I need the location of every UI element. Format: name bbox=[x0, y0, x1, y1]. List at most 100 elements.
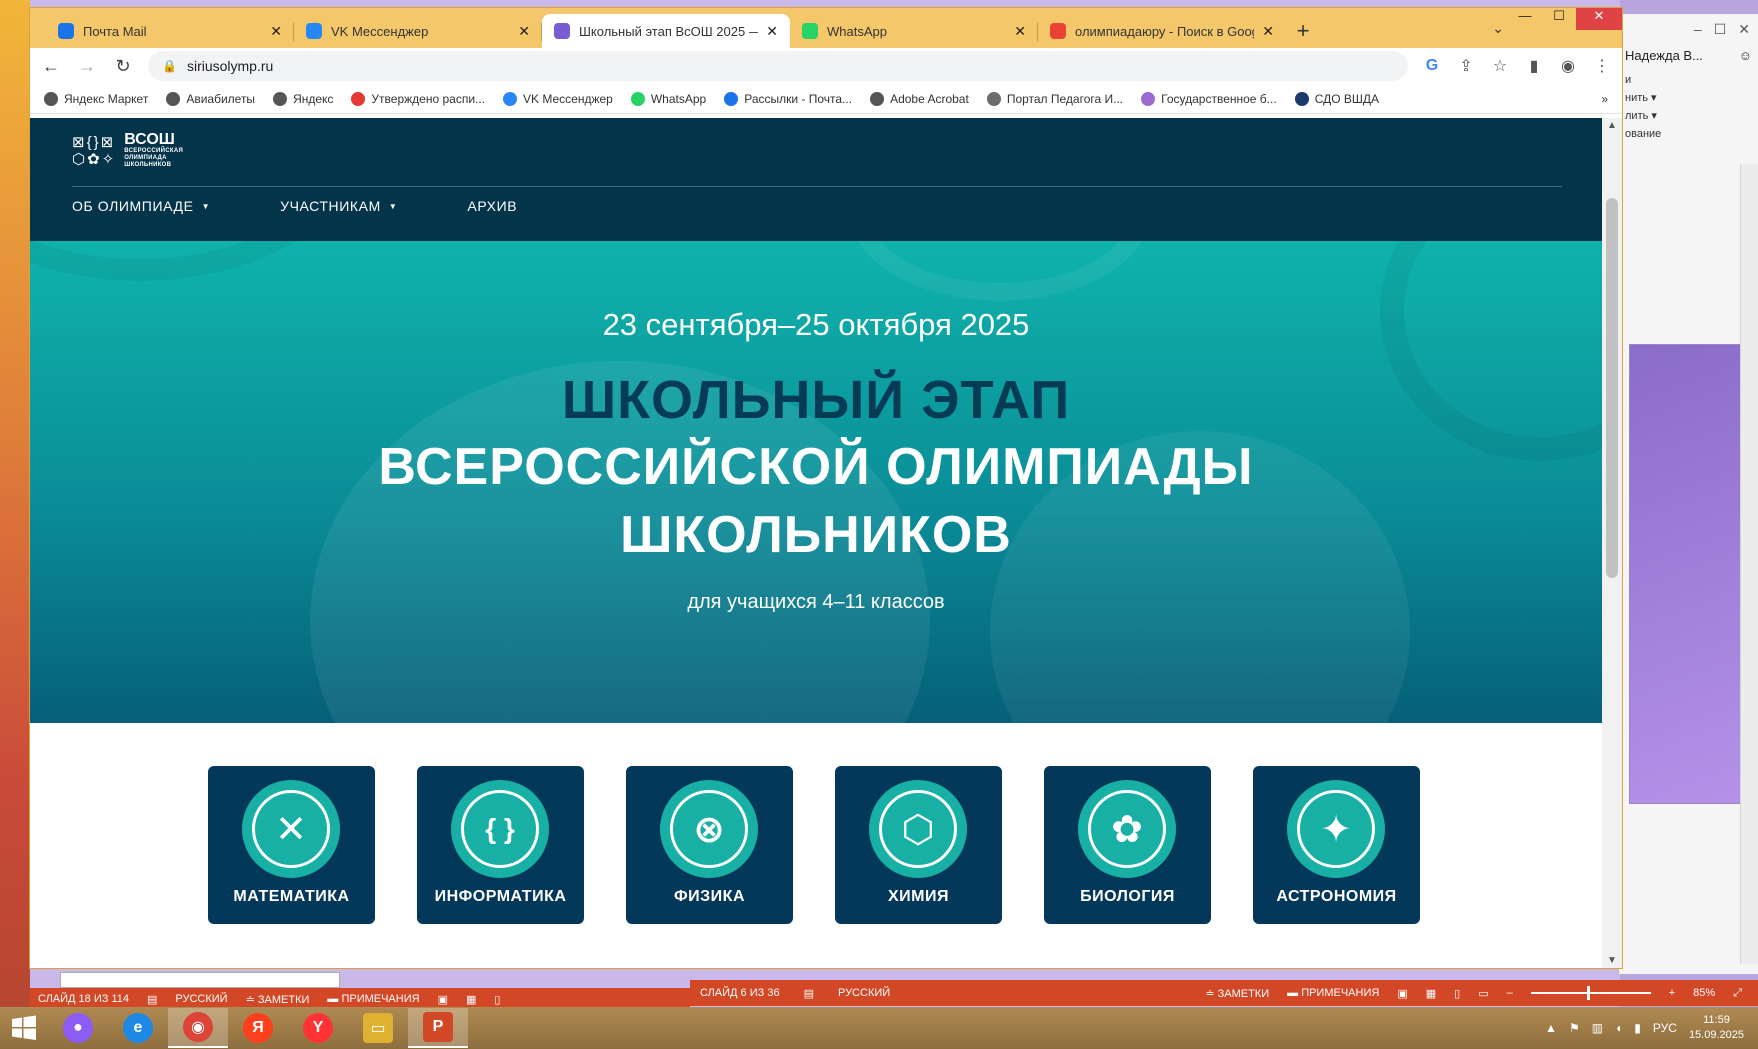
vsosh-logo[interactable]: ⊠{}⊠ ⬡✿✧ ВСОШ ВСЕРОССИЙСКАЯ ОЛИМПИАДА ШКО… bbox=[72, 132, 183, 169]
reading-view-icon[interactable]: ▯ bbox=[1454, 987, 1460, 1000]
subject-card-informatics[interactable]: { } ИНФОРМАТИКА bbox=[417, 766, 584, 924]
google-lens-icon[interactable]: G bbox=[1422, 57, 1442, 75]
tab-search-chevron-icon[interactable]: ⌄ bbox=[1492, 20, 1504, 37]
scroll-thumb[interactable] bbox=[1606, 198, 1618, 578]
language-indicator[interactable]: РУССКИЙ bbox=[175, 993, 227, 1005]
start-button[interactable] bbox=[0, 1015, 48, 1041]
zoom-level[interactable]: 85% bbox=[1693, 987, 1715, 999]
bookmark-item[interactable]: Государственное б... bbox=[1141, 91, 1277, 106]
zoom-slider-thumb[interactable] bbox=[1586, 986, 1590, 1000]
slideshow-icon[interactable]: ▭ bbox=[1478, 987, 1488, 1000]
volume-icon[interactable]: ◖ bbox=[1615, 1021, 1622, 1035]
close-icon[interactable]: ✕ bbox=[1738, 21, 1750, 38]
scroll-down-icon[interactable]: ▼ bbox=[1602, 955, 1622, 966]
zoom-out-icon[interactable]: – bbox=[1507, 987, 1513, 999]
new-tab-button[interactable]: + bbox=[1286, 14, 1320, 48]
clock[interactable]: 11:59 15.09.2025 bbox=[1689, 1013, 1744, 1043]
taskbar-app-alice[interactable]: ● bbox=[48, 1008, 108, 1048]
side-slide-preview[interactable] bbox=[1629, 344, 1747, 804]
taskbar-app-powerpoint[interactable]: P bbox=[408, 1008, 468, 1048]
taskbar-app-yandex-browser[interactable]: Y bbox=[288, 1008, 348, 1048]
maximize-icon[interactable]: ☐ bbox=[1714, 21, 1727, 38]
nav-about[interactable]: ОБ ОЛИМПИАДЕ ▼ bbox=[72, 198, 210, 214]
tab-mail[interactable]: Почта Mail ✕ bbox=[46, 14, 294, 48]
nav-participants[interactable]: УЧАСТНИКАМ ▼ bbox=[280, 198, 397, 214]
normal-view-icon[interactable]: ▣ bbox=[438, 993, 448, 1006]
sirius-icon bbox=[554, 23, 570, 39]
network-icon[interactable]: ▥ bbox=[1592, 1021, 1603, 1035]
notes-button[interactable]: ≐ ЗАМЕТКИ bbox=[246, 993, 310, 1006]
subject-card-math[interactable]: ✕ МАТЕМАТИКА bbox=[208, 766, 375, 924]
subject-card-astronomy[interactable]: ✦ АСТРОНОМИЯ bbox=[1253, 766, 1420, 924]
flag-icon[interactable]: ⚑ bbox=[1569, 1021, 1580, 1035]
maximize-button[interactable]: ☐ bbox=[1542, 8, 1576, 30]
battery-icon[interactable]: ▮ bbox=[1634, 1021, 1641, 1035]
bookmark-item[interactable]: WhatsApp bbox=[630, 91, 706, 106]
zoom-slider[interactable] bbox=[1530, 986, 1651, 1000]
side-panel-icon[interactable]: ▮ bbox=[1524, 56, 1544, 76]
tab-vsosh[interactable]: Школьный этап ВсОШ 2025 — Г ✕ bbox=[542, 14, 790, 48]
bookmark-item[interactable]: VK Мессенджер bbox=[503, 91, 613, 106]
close-button[interactable]: ✕ bbox=[1576, 8, 1622, 30]
bookmark-item[interactable]: Авиабилеты bbox=[166, 91, 255, 106]
taskbar-app-chrome[interactable]: ◉ bbox=[168, 1008, 228, 1048]
profile-icon[interactable]: ◉ bbox=[1558, 56, 1578, 76]
back-arrow-icon[interactable]: ← bbox=[40, 56, 62, 77]
normal-view-icon[interactable]: ▣ bbox=[1397, 987, 1407, 1000]
tab-whatsapp[interactable]: WhatsApp ✕ bbox=[790, 14, 1038, 48]
close-tab-icon[interactable]: ✕ bbox=[518, 23, 530, 40]
input-language[interactable]: РУС bbox=[1653, 1021, 1677, 1035]
taskbar-app-explorer[interactable]: ▭ bbox=[348, 1008, 408, 1048]
comments-button[interactable]: ▬ ПРИМЕЧАНИЯ bbox=[327, 993, 419, 1005]
slide-sorter-icon[interactable]: ▦ bbox=[1426, 987, 1436, 1000]
lock-icon[interactable]: 🔒 bbox=[162, 59, 177, 73]
subject-card-chemistry[interactable]: ⬡ ХИМИЯ bbox=[835, 766, 1002, 924]
tray-expand-icon[interactable]: ▲ bbox=[1545, 1021, 1557, 1035]
tab-title: WhatsApp bbox=[827, 23, 887, 39]
bookmark-item[interactable]: Портал Педагога И... bbox=[986, 91, 1123, 106]
subject-card-biology[interactable]: ✿ БИОЛОГИЯ bbox=[1044, 766, 1211, 924]
bookmark-star-icon[interactable]: ☆ bbox=[1490, 56, 1510, 76]
bookmark-item[interactable]: Adobe Acrobat bbox=[870, 91, 969, 106]
bookmarks-overflow-button[interactable]: » bbox=[1601, 92, 1608, 106]
address-bar[interactable]: 🔒 siriusolymp.ru bbox=[148, 51, 1408, 81]
forward-arrow-icon[interactable]: → bbox=[76, 56, 98, 77]
reload-icon[interactable]: ↻ bbox=[112, 56, 134, 77]
share-icon[interactable]: ⇪ bbox=[1456, 56, 1476, 76]
minimize-icon[interactable]: – bbox=[1694, 21, 1702, 37]
close-tab-icon[interactable]: ✕ bbox=[766, 23, 778, 40]
menu-kebab-icon[interactable]: ⋮ bbox=[1592, 56, 1612, 76]
slide-thumbnail-strip[interactable] bbox=[60, 972, 340, 988]
side-ribbon-item[interactable]: лить ▾ bbox=[1625, 107, 1752, 125]
comments-button[interactable]: ▬ ПРИМЕЧАНИЯ bbox=[1287, 987, 1379, 999]
taskbar-app-ie[interactable]: e bbox=[108, 1008, 168, 1048]
side-ribbon-item[interactable]: и bbox=[1625, 71, 1752, 89]
minimize-button[interactable]: — bbox=[1508, 8, 1542, 30]
tab-vk[interactable]: VK Мессенджер ✕ bbox=[294, 14, 542, 48]
notes-button[interactable]: ≐ ЗАМЕТКИ bbox=[1205, 987, 1269, 1000]
bookmark-item[interactable]: Утверждено распи... bbox=[351, 91, 485, 106]
close-tab-icon[interactable]: ✕ bbox=[270, 23, 282, 40]
bookmark-item[interactable]: Яндекс Маркет bbox=[44, 91, 148, 106]
subject-card-physics[interactable]: ⊗ ФИЗИКА bbox=[626, 766, 793, 924]
bookmark-item[interactable]: СДО ВШДА bbox=[1294, 91, 1379, 106]
tab-google[interactable]: олимпиадаюру - Поиск в Googl ✕ bbox=[1038, 14, 1286, 48]
side-scrollbar[interactable] bbox=[1740, 164, 1758, 964]
nav-archive[interactable]: АРХИВ bbox=[467, 198, 517, 214]
taskbar-app-yandex[interactable]: Я bbox=[228, 1008, 288, 1048]
slide-sorter-icon[interactable]: ▦ bbox=[466, 993, 476, 1006]
reading-view-icon[interactable]: ▯ bbox=[494, 993, 500, 1006]
close-tab-icon[interactable]: ✕ bbox=[1014, 23, 1026, 40]
bookmark-item[interactable]: Яндекс bbox=[273, 91, 333, 106]
side-ribbon-item[interactable]: нить ▾ bbox=[1625, 89, 1752, 107]
page-scrollbar[interactable]: ▲ ▼ bbox=[1602, 118, 1622, 968]
spellcheck-icon[interactable]: ▤ bbox=[804, 987, 814, 1000]
bookmark-item[interactable]: Рассылки - Почта... bbox=[724, 91, 852, 106]
language-indicator[interactable]: РУССКИЙ bbox=[838, 987, 890, 999]
close-tab-icon[interactable]: ✕ bbox=[1262, 23, 1274, 40]
scroll-up-icon[interactable]: ▲ bbox=[1602, 120, 1622, 131]
fit-slide-icon[interactable]: ⤢ bbox=[1733, 987, 1742, 1000]
spellcheck-icon[interactable]: ▤ bbox=[147, 993, 157, 1006]
side-user-account[interactable]: Надежда В... ☺ bbox=[1619, 44, 1758, 67]
zoom-in-icon[interactable]: + bbox=[1669, 987, 1675, 999]
